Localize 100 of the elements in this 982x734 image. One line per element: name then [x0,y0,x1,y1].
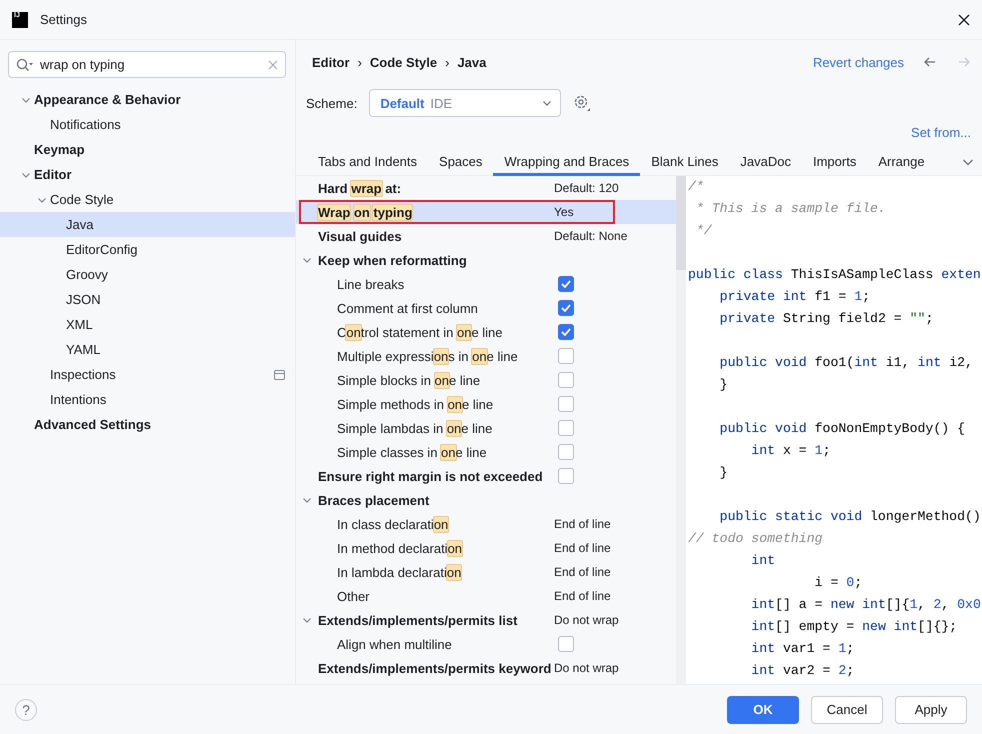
chevron-icon[interactable] [302,255,312,265]
setting-label: Extends/implements/permits keyword [318,660,552,676]
setting-row[interactable]: Control statement in one line [296,320,676,344]
scrollbar-thumb[interactable] [676,176,686,270]
checkbox[interactable] [558,396,574,412]
checkbox[interactable] [558,468,574,484]
setting-row[interactable]: Simple blocks in one line [296,368,676,392]
sidebar-item[interactable]: Keymap [0,137,295,162]
setting-row[interactable]: Extends/implements/permits list Do not wrap [296,608,676,632]
setting-label: Align when multiline [337,636,453,652]
breadcrumb-item[interactable]: Code Style [370,54,438,70]
setting-value[interactable]: End of line [554,517,611,531]
check-icon [561,304,571,312]
sidebar-item[interactable]: Java [0,212,295,237]
checkbox[interactable] [558,636,574,652]
setting-row[interactable]: Simple classes in one line [296,440,676,464]
breadcrumb-item[interactable]: Java [457,54,486,70]
chevron-icon[interactable] [302,495,312,505]
checkbox[interactable] [558,300,574,316]
scheme-label: Scheme: [306,96,358,110]
tab[interactable]: Wrapping and Braces [493,148,640,176]
code-line: int[] a = new int[]{1, 2, 0x0 [750,596,982,614]
setting-row[interactable]: Extends/implements/permits keyword Do not wrap [296,656,676,680]
setting-row[interactable]: Keep when reformatting [296,248,676,272]
code-line: i = 0; [814,574,864,592]
chevron-down-icon[interactable] [542,98,552,108]
sidebar-item[interactable]: YAML [0,337,295,362]
setting-row[interactable]: Simple methods in one line [296,392,676,416]
checkbox[interactable] [558,324,574,340]
setting-row[interactable]: Simple lambdas in one line [296,416,676,440]
setting-label: Other [337,588,371,604]
tab[interactable]: Spaces [428,148,494,176]
search-input[interactable]: wrap on typing [40,57,262,72]
sidebar-item[interactable]: JSON [0,287,295,312]
sidebar-item[interactable]: Code Style [0,187,295,212]
code-line: public void foo1(int i1, int i2, [718,354,974,372]
code-line: public class ThisIsASampleClass exten [687,266,982,284]
setting-row[interactable]: Align when multiline [296,632,676,656]
tab[interactable]: Blank Lines [640,148,730,176]
setting-label: In method declaration [337,540,464,556]
code-line: int[] empty = new int[]{}; [750,618,958,636]
sidebar-item[interactable]: Appearance & Behavior [0,87,295,112]
setting-value[interactable]: Do not wrap [554,661,619,675]
setting-row[interactable]: Braces placement [296,488,676,512]
setting-value[interactable]: Do not wrap [554,613,619,627]
setting-value[interactable]: Default: 120 [554,181,619,195]
setting-value[interactable]: End of line [554,541,611,555]
sidebar-item[interactable]: Advanced Settings [0,412,295,437]
search-field[interactable]: wrap on typing [8,51,286,78]
breadcrumb-item[interactable]: Editor [312,54,350,70]
checkbox[interactable] [558,444,574,460]
scheme-dropdown[interactable]: Default IDE [369,89,562,117]
checkbox[interactable] [558,276,574,292]
set-from-link[interactable]: Set from... [911,124,971,140]
clear-icon[interactable] [268,60,278,70]
setting-value[interactable]: Yes [554,205,574,219]
tab[interactable]: Arrange [867,148,936,176]
setting-row[interactable]: In lambda declaration End of line [296,560,676,584]
setting-row[interactable]: In method declaration End of line [296,536,676,560]
setting-row[interactable]: Ensure right margin is not exceeded [296,464,676,488]
checkbox[interactable] [558,420,574,436]
code-line: int var2 = 2; [750,662,856,680]
setting-row[interactable]: Line breaks [296,272,676,296]
ok-button[interactable]: OK [727,696,799,724]
setting-value[interactable]: End of line [554,589,611,603]
code-line: } [718,376,729,394]
sidebar-item[interactable]: Groovy [0,262,295,287]
setting-value[interactable]: End of line [554,565,611,579]
setting-row[interactable]: Wrap on typing Yes [296,200,676,224]
tab[interactable]: Imports [802,148,868,176]
code-line: /* [687,178,705,196]
dialog-button[interactable]: Cancel [811,696,883,724]
search-icon[interactable] [16,58,34,72]
setting-row[interactable]: Comment at first column [296,296,676,320]
setting-row[interactable]: Visual guides Default: None [296,224,676,248]
tab[interactable]: Tabs and Indents [307,148,428,176]
sidebar-item[interactable]: Intentions [0,387,295,412]
help-button[interactable]: ? [15,698,37,720]
sidebar-item[interactable]: Notifications [0,112,295,137]
code-line: */ [694,222,713,240]
setting-row[interactable]: In class declaration End of line [296,512,676,536]
setting-value[interactable]: Default: None [554,229,628,243]
checkbox[interactable] [558,372,574,388]
setting-label: Simple lambdas in one line [337,420,494,436]
setting-label: In lambda declaration [337,564,464,580]
sidebar-item[interactable]: Inspections [0,362,295,387]
setting-row[interactable]: Other End of line [296,584,676,608]
setting-row[interactable]: Multiple expressions in one line [296,344,676,368]
settings-icon[interactable] [573,94,592,112]
tab[interactable]: JavaDoc [729,148,802,176]
sidebar-item[interactable]: EditorConfig [0,237,295,262]
checkbox[interactable] [558,348,574,364]
setting-label: In class declaration [337,516,450,532]
chevron-icon[interactable] [302,615,312,625]
sidebar-item[interactable]: XML [0,312,295,337]
setting-row[interactable]: Hard wrap at: Default: 120 [296,176,676,200]
sidebar-item[interactable]: Editor [0,162,295,187]
revert-link[interactable]: Revert changes [812,54,904,70]
dialog-button[interactable]: Apply [895,696,967,724]
close-icon[interactable] [956,12,972,28]
